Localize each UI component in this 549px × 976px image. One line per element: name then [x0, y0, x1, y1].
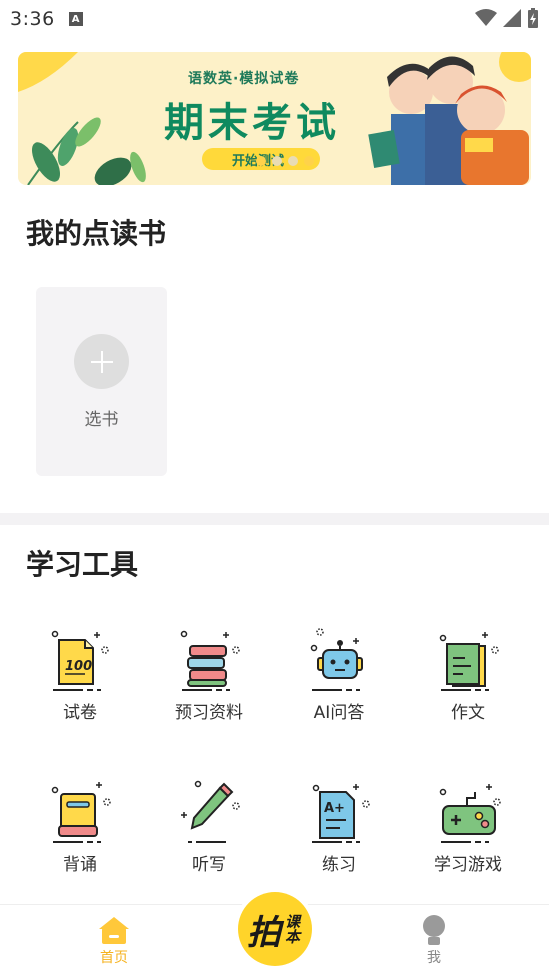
status-bar: 3:36 A [0, 0, 549, 38]
gamepad-icon [439, 784, 501, 843]
select-book-card[interactable]: 选书 [36, 287, 167, 476]
promo-banner[interactable]: 语数英·模拟试卷 期末考试 开始测试 [18, 52, 531, 185]
scan-sub-label: 课本 [283, 914, 301, 944]
exam-paper-icon: 100 [51, 630, 109, 691]
tool-exam[interactable]: 100 试卷 [15, 628, 145, 723]
banner-pagination [256, 156, 314, 166]
tool-label: 练习 [322, 855, 356, 875]
notebook-icon [439, 632, 499, 691]
tools-title: 学习工具 [26, 548, 139, 581]
status-time: 3:36 [10, 8, 55, 30]
status-icons [475, 8, 539, 28]
add-icon [74, 334, 129, 389]
tool-label: 背诵 [63, 855, 97, 875]
banner-dot[interactable] [272, 156, 282, 166]
select-book-label: 选书 [84, 410, 119, 430]
home-icon [99, 917, 129, 944]
notification-a-icon: A [68, 12, 83, 26]
scan-textbook-badge: 拍 课本 [238, 892, 312, 966]
my-books-title: 我的点读书 [26, 217, 167, 250]
svg-text:A+: A+ [324, 801, 345, 816]
tool-label: 作文 [451, 703, 485, 723]
tool-ai-qa[interactable]: AI问答 [274, 628, 404, 723]
banner-dot[interactable] [288, 156, 298, 166]
tool-recite[interactable]: 背诵 [15, 780, 145, 875]
robot-icon [310, 628, 363, 691]
tab-home[interactable]: 首页 [64, 915, 164, 967]
book-stack-icon [180, 630, 240, 691]
user-icon [423, 915, 445, 945]
tool-label: 学习游戏 [434, 855, 502, 875]
section-divider [0, 513, 549, 525]
tool-label: AI问答 [313, 703, 365, 723]
scan-main-label: 拍 [247, 912, 281, 953]
banner-subtitle: 语数英·模拟试卷 [188, 71, 300, 87]
battery-charging-icon [528, 8, 538, 28]
book-icon [51, 782, 111, 843]
svg-text:100: 100 [65, 659, 92, 674]
students-illustration-icon [368, 52, 531, 185]
pencil-icon [181, 780, 240, 843]
tool-composition[interactable]: 作文 [403, 628, 533, 723]
tool-label: 预习资料 [175, 703, 243, 723]
tab-me-label: 我 [427, 950, 441, 966]
tool-label: 试卷 [63, 703, 97, 723]
signal-icon [503, 9, 521, 27]
tool-label: 听写 [192, 855, 226, 875]
tool-dictation[interactable]: 听写 [144, 780, 274, 875]
banner-dot[interactable] [256, 156, 266, 166]
tool-preview-materials[interactable]: 预习资料 [144, 628, 274, 723]
banner-dot[interactable] [304, 156, 314, 166]
tool-learning-games[interactable]: 学习游戏 [403, 780, 533, 875]
tool-practice[interactable]: A+ 练习 [274, 780, 404, 875]
leaf-decoration-icon [18, 52, 146, 185]
tab-home-label: 首页 [100, 950, 128, 966]
graded-paper-icon: A+ [312, 784, 370, 843]
wifi-icon [475, 9, 497, 26]
banner-title: 期末考试 [164, 100, 340, 146]
tab-me[interactable]: 我 [384, 915, 484, 967]
scan-textbook-button[interactable]: 拍 课本 [234, 888, 316, 970]
